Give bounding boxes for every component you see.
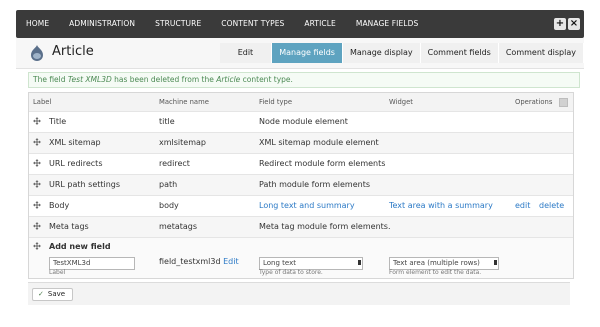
toolbar-home-link[interactable]: HOME [16, 10, 59, 38]
form-actions: ✓ Save [28, 282, 570, 305]
drag-handle-icon[interactable] [33, 238, 43, 256]
machine-name-value: field_testxml3d [159, 257, 221, 266]
tab-comment-fields[interactable]: Comment fields [420, 43, 499, 63]
row-label: XML sitemap [49, 138, 101, 147]
tab-edit[interactable]: Edit [219, 43, 273, 63]
table-row: Body body Long text and summary Text are… [29, 196, 573, 217]
header-operations: Operations [515, 93, 568, 111]
delete-link[interactable]: delete [539, 196, 564, 216]
check-icon: ✓ [38, 290, 44, 298]
message-field-name: Test XML3D [67, 75, 112, 84]
add-shortcut-button[interactable]: + [554, 18, 566, 30]
drag-handle-icon[interactable] [33, 175, 43, 195]
table-row: Meta tags metatags Meta tag module form … [29, 217, 573, 238]
row-field-type: XML sitemap module element [259, 138, 379, 147]
edit-link[interactable]: edit [515, 196, 530, 216]
row-label: URL path settings [49, 180, 121, 189]
toolbar-structure-link[interactable]: STRUCTURE [145, 10, 211, 38]
drag-handle-icon[interactable] [33, 112, 43, 132]
field-type-sublabel: Type of data to store. [259, 269, 323, 276]
drag-handle-icon[interactable] [33, 154, 43, 174]
row-field-type: Path module form elements [259, 180, 370, 189]
table-row: URL path settings path Path module form … [29, 175, 573, 196]
row-machine-name: xmlsitemap [159, 138, 206, 147]
plus-icon: + [555, 18, 565, 29]
widget-sublabel: Form element to edit the data. [389, 269, 482, 276]
add-new-field-row: Add new field TestXML3d Label field_test… [29, 238, 573, 279]
row-machine-name: metatags [159, 222, 198, 231]
message-prefix: The field [33, 75, 68, 84]
header-field-type: Field type [259, 98, 293, 106]
new-field-machine-name: field_testxml3d Edit [159, 252, 239, 272]
tab-manage-fields[interactable]: Manage fields [272, 43, 343, 63]
status-message: The field Test XML3D has been deleted fr… [28, 72, 580, 88]
row-label: Body [49, 201, 70, 210]
fields-table: Label Machine name Field type Widget Ope… [28, 92, 574, 279]
table-header-row: Label Machine name Field type Widget Ope… [29, 93, 573, 112]
widget-select-value: Text area (multiple rows) [393, 259, 480, 267]
page-title: Article [52, 44, 94, 59]
row-machine-name: title [159, 117, 175, 126]
field-type-link[interactable]: Long text and summary [259, 196, 355, 216]
row-machine-name: body [159, 201, 179, 210]
row-machine-name: redirect [159, 159, 190, 168]
toolbar-manage-fields-link[interactable]: MANAGE FIELDS [346, 10, 428, 38]
row-field-type: Redirect module form elements [259, 159, 386, 168]
page-header: Article Edit Manage fields Manage displa… [16, 38, 584, 69]
toolbar-content-types-link[interactable]: CONTENT TYPES [211, 10, 294, 38]
new-field-label-sublabel: Label [49, 269, 66, 276]
admin-toolbar: HOME ADMINISTRATION STRUCTURE CONTENT TY… [16, 10, 584, 38]
close-overlay-button[interactable]: × [568, 18, 580, 30]
table-row: XML sitemap xmlsitemap XML sitemap modul… [29, 133, 573, 154]
header-label: Label [33, 98, 52, 106]
table-settings-icon[interactable] [558, 97, 568, 107]
toolbar-article-link[interactable]: ARTICLE [294, 10, 345, 38]
message-content-type: Article [216, 75, 241, 84]
tab-manage-display[interactable]: Manage display [342, 43, 421, 63]
chevron-down-icon [358, 260, 361, 265]
toolbar-nav: HOME ADMINISTRATION STRUCTURE CONTENT TY… [16, 10, 428, 38]
save-button[interactable]: ✓ Save [32, 288, 74, 301]
chevron-down-icon [494, 260, 497, 265]
header-operations-label: Operations [515, 98, 553, 106]
row-label: Meta tags [49, 222, 89, 231]
add-new-field-title: Add new field [49, 242, 111, 251]
tab-comment-display[interactable]: Comment display [498, 43, 584, 63]
message-middle: has been deleted from the [111, 75, 217, 84]
drag-handle-icon[interactable] [33, 196, 43, 216]
table-row: URL redirects redirect Redirect module f… [29, 154, 573, 175]
drag-handle-icon[interactable] [33, 217, 43, 237]
message-suffix: content type. [240, 75, 293, 84]
row-label: URL redirects [49, 159, 103, 168]
table-row: Title title Node module element [29, 112, 573, 133]
drag-handle-icon[interactable] [33, 133, 43, 153]
header-widget: Widget [389, 98, 413, 106]
header-machine-name: Machine name [159, 98, 209, 106]
row-field-type: Meta tag module form elements. [259, 222, 391, 231]
row-label: Title [49, 117, 67, 126]
toolbar-administration-link[interactable]: ADMINISTRATION [59, 10, 145, 38]
save-button-label: Save [47, 290, 66, 298]
row-field-type: Node module element [259, 117, 348, 126]
drupal-logo-icon [28, 44, 46, 62]
close-icon: × [569, 18, 579, 29]
machine-name-edit-link[interactable]: Edit [223, 257, 239, 266]
row-machine-name: path [159, 180, 178, 189]
field-type-select-value: Long text [263, 259, 296, 267]
secondary-tabs: Edit Manage fields Manage display Commen… [219, 43, 584, 63]
widget-link[interactable]: Text area with a summary [389, 196, 493, 216]
